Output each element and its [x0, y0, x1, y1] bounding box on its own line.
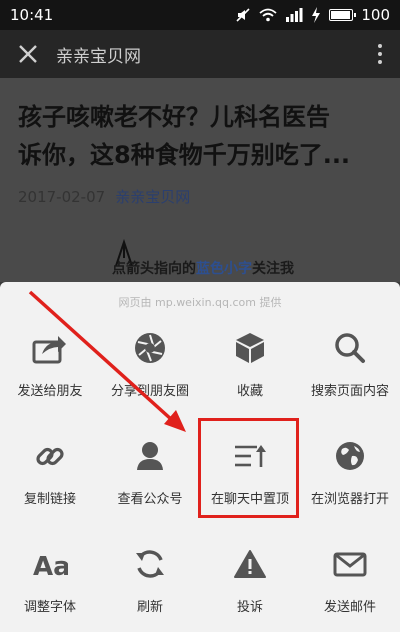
red-arrow-annotation [28, 290, 186, 432]
